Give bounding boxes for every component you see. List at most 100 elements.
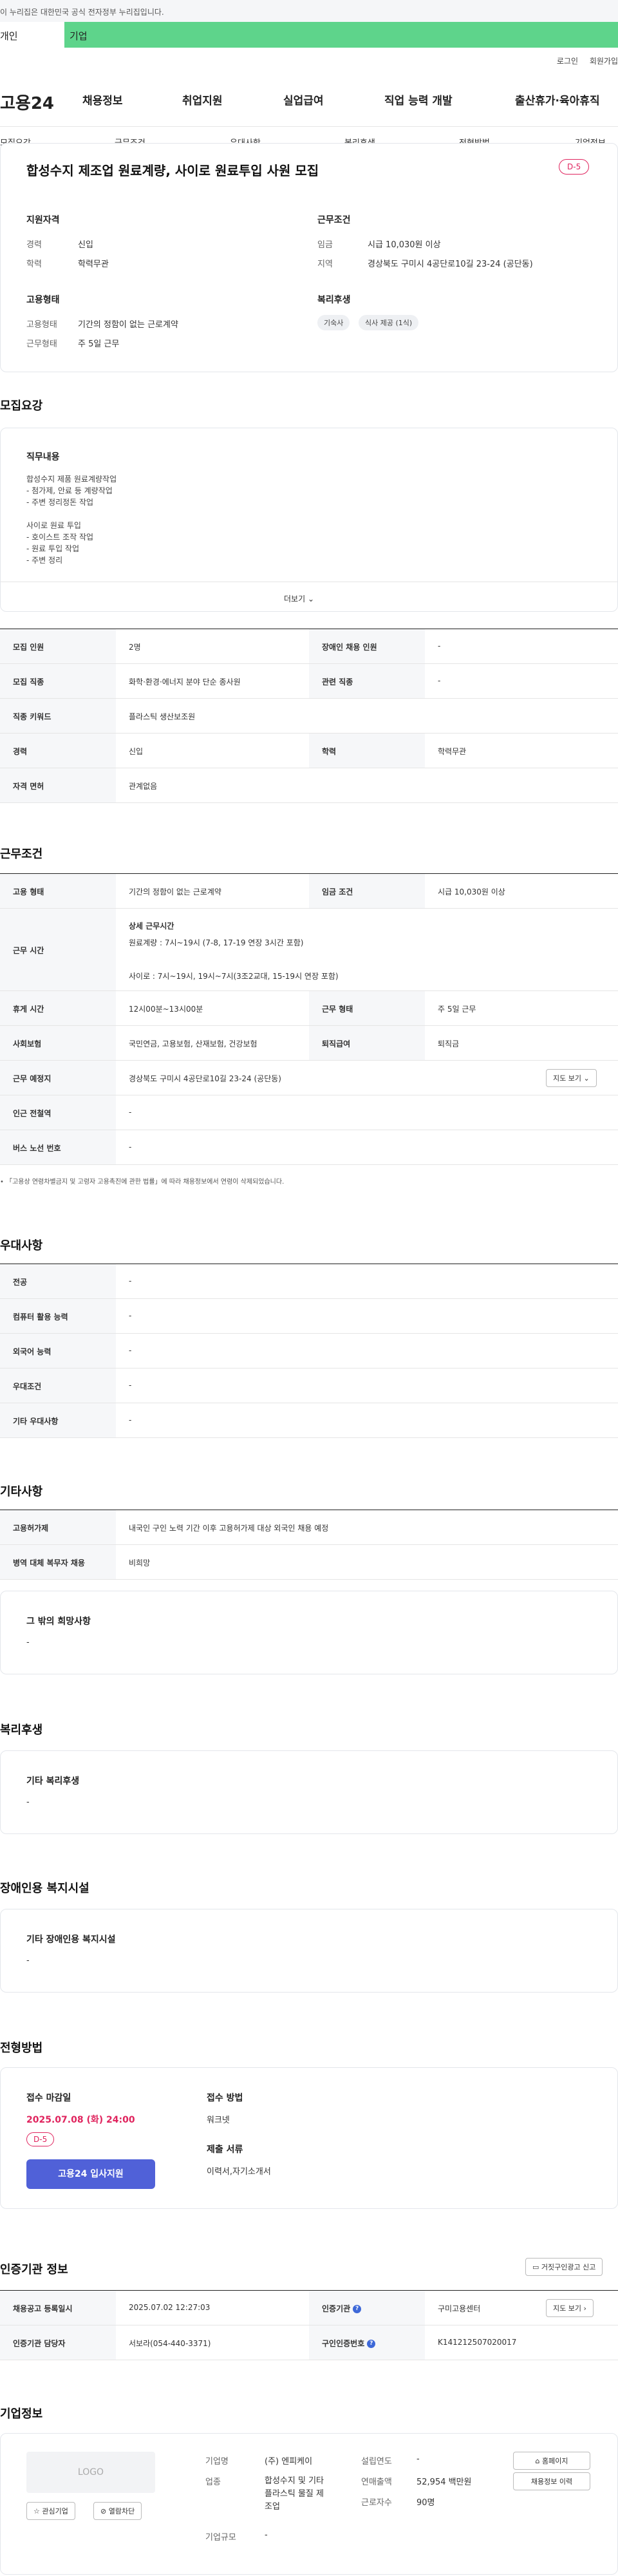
company-logo-placeholder: LOGO xyxy=(26,2452,155,2493)
map-button-label: 지도 보기 xyxy=(553,1074,581,1083)
apply-button[interactable]: 고용24 입사지원 xyxy=(26,2159,155,2189)
agency-map-button[interactable]: 지도 보기 › xyxy=(546,2299,594,2317)
table-row: 사회보험 국민연금, 고용보험, 산재보험, 건강보험 퇴직급여 퇴직금 xyxy=(0,1026,618,1061)
homepage-label: 홈페이지 xyxy=(542,2457,568,2465)
td-major: - xyxy=(129,1276,132,1285)
welfare-heading: 복리후생 xyxy=(317,295,351,305)
method-value: 워크넷 xyxy=(207,2116,230,2125)
help-icon[interactable]: ? xyxy=(353,2305,362,2313)
gnb-item-employment-support[interactable]: 취업지원 xyxy=(182,91,223,108)
welfare-chip-dorm: 기숙사 xyxy=(317,315,350,330)
th-cert-id-label: 구인인증번호 xyxy=(322,2339,365,2348)
th-bus: 버스 노선 번호 xyxy=(0,1130,116,1164)
method-heading: 접수 방법 xyxy=(207,2093,243,2103)
gnb-item-training[interactable]: 직업 능력 개발 xyxy=(384,91,453,108)
map-button[interactable]: 지도 보기 ⌄ xyxy=(546,1069,597,1087)
gnb-item-unemployment[interactable]: 실업급여 xyxy=(283,91,324,108)
more-label: 더보기 xyxy=(284,594,306,603)
td-wage: 시급 10,030원 이상 xyxy=(438,887,505,896)
company-card: LOGO ☆ 관심기업 ⊘ 열람차단 기업명 (주) 엔피케이 업종 합성수지 … xyxy=(0,2433,618,2575)
homepage-button[interactable]: ⌂ 홈페이지 xyxy=(513,2452,590,2470)
founded-label: 설립연도 xyxy=(361,2457,392,2467)
region-value: 경상북도 구미시 4공단로10길 23-24 (공단동) xyxy=(368,260,533,269)
th-emp-type: 고용 형태 xyxy=(0,874,116,908)
td-cert-id: K141212507020017 xyxy=(438,2338,517,2347)
report-button[interactable]: ▭ 거짓구인광고 신고 xyxy=(525,2258,603,2276)
home-icon: ⌂ xyxy=(535,2457,542,2465)
table-row: 인근 전철역 - xyxy=(0,1095,618,1130)
job-history-button[interactable]: 채용정보 이력 xyxy=(513,2472,590,2490)
hours-detail-title: 상세 근무시간 xyxy=(129,922,174,931)
table-row: 모집 직종 화학·환경·에너지 분야 단순 종사원 관련 직종 - xyxy=(0,664,618,699)
company-name-value: (주) 엔피케이 xyxy=(265,2457,313,2467)
recruit-heading: 모집요강 xyxy=(0,399,43,413)
age-note-text: 「고용상 연령차별금지 및 고령자 고용촉진에 관한 법률」에 따라 채용정보에… xyxy=(6,1179,285,1186)
bullet-icon: • xyxy=(0,1179,6,1186)
gnb-item-jobs[interactable]: 채용정보 xyxy=(82,91,123,108)
td-language: - xyxy=(129,1346,132,1355)
table-row: 고용 형태 기간의 정함이 없는 근로계약 임금 조건 시급 10,030원 이… xyxy=(0,874,618,909)
welfare-card: 기타 복리후생 - xyxy=(0,1750,618,1834)
sales-label: 연매출액 xyxy=(361,2477,392,2487)
td-severance: 퇴직금 xyxy=(438,1039,460,1048)
work-heading: 근무조건 xyxy=(317,215,351,225)
table-row: 컴퓨터 활용 능력 - xyxy=(0,1299,618,1334)
qual-heading: 지원자격 xyxy=(26,215,60,225)
block-company-button[interactable]: ⊘ 열람차단 xyxy=(93,2502,142,2520)
td-org: 구미고용센터 xyxy=(438,2304,481,2313)
table-row: 우대조건 - xyxy=(0,1368,618,1403)
signup-link[interactable]: 회원가입 xyxy=(590,57,618,66)
table-row: 모집 인원 2명 장애인 채용 인원 - xyxy=(0,629,618,664)
th-career: 경력 xyxy=(0,734,116,768)
star-icon: ☆ xyxy=(33,2507,42,2515)
dday-badge: D-5 xyxy=(26,2132,55,2146)
gnb-item-leave[interactable]: 출산휴가·육아휴직 xyxy=(515,91,600,108)
table-row: 직종 키워드 플라스틱 생산보조원 xyxy=(0,699,618,734)
industry-line: 조업 xyxy=(265,2502,280,2512)
edu-value: 학력무관 xyxy=(78,260,109,269)
job-title: 합성수지 제조업 원료계량, 사이로 원료투입 사원 모집 xyxy=(26,163,319,178)
login-link[interactable]: 로그인 xyxy=(557,57,578,66)
util-links: 로그인 회원가입 xyxy=(548,55,618,66)
td-career: 신입 xyxy=(129,747,144,756)
chevron-right-icon: › xyxy=(583,2304,586,2313)
report-label: 거짓구인광고 신고 xyxy=(541,2263,596,2271)
more-button[interactable]: 더보기 ⌄ xyxy=(284,593,314,604)
table-row: 휴게 시간 12시00분~13시00분 근무 형태 주 5일 근무 xyxy=(0,991,618,1026)
fav-company-button[interactable]: ☆ 관심기업 xyxy=(26,2502,75,2520)
docs-value: 이력서,자기소개서 xyxy=(207,2167,271,2177)
gov-banner: 이 누리집은 대한민국 공식 전자정부 누리집입니다. xyxy=(0,0,618,22)
table-row: 병역 대체 복무자 채용 비희망 xyxy=(0,1545,618,1580)
duty-line: - 호이스트 조작 작업 xyxy=(26,533,94,542)
td-license: 관계없음 xyxy=(129,782,158,791)
td-workplace: 경상북도 구미시 4공단로10길 23-24 (공단동) xyxy=(129,1074,281,1083)
td-related-job: - xyxy=(438,676,441,685)
etc-heading: 기타사항 xyxy=(0,1485,43,1499)
dday-badge: D-5 xyxy=(559,159,590,175)
table-row: 근무 시간 상세 근무시간 원료계량 : 7시~19시 (7-8, 17-19 … xyxy=(0,909,618,991)
duty-line: - 주변 정리 xyxy=(26,556,63,565)
tab-personal[interactable]: 개인 xyxy=(0,22,64,48)
edu-label: 학력 xyxy=(26,260,42,269)
th-severance: 퇴직급여 xyxy=(309,1026,425,1060)
table-row: 자격 면허 관계없음 xyxy=(0,768,618,803)
industry-line: 플라스틱 물질 제 xyxy=(265,2489,324,2499)
career-label: 경력 xyxy=(26,240,42,250)
site-tabbar: 개인 기업 xyxy=(0,22,618,48)
duty-content: 합성수지 제품 원료계량작업 - 첨가제, 안료 등 계량작업 - 주변 정리정… xyxy=(26,473,117,566)
conditions-heading: 근무조건 xyxy=(0,848,43,861)
td-manager: 서보라(054-440-3371) xyxy=(129,2339,211,2348)
wage-label: 임금 xyxy=(317,240,333,250)
th-org-label: 인증기관 xyxy=(322,2304,351,2313)
duty-line: - 주변 정리정돈 작업 xyxy=(26,498,94,507)
th-hours: 근무 시간 xyxy=(0,909,116,990)
other-wish-heading: 그 밖의 희망사항 xyxy=(26,1616,91,1627)
screening-heading: 전형방법 xyxy=(0,2041,43,2055)
th-military: 병역 대체 복무자 채용 xyxy=(0,1545,116,1579)
welfare-etc-value: - xyxy=(26,1797,30,1807)
duty-line: 합성수지 제품 원료계량작업 xyxy=(26,475,117,484)
site-logo[interactable]: 고용24 xyxy=(0,90,54,114)
help-icon[interactable]: ? xyxy=(367,2340,376,2348)
tab-corporate[interactable]: 기업 xyxy=(64,22,618,48)
career-value: 신입 xyxy=(78,240,93,250)
